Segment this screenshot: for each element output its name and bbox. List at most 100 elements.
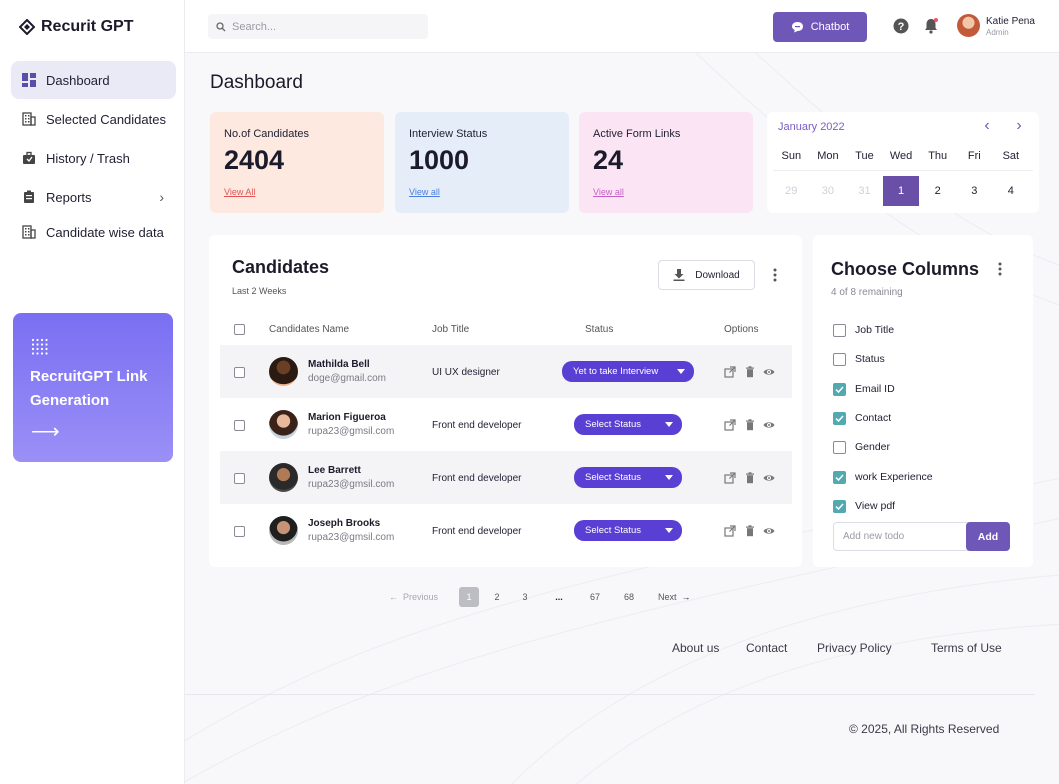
weekday-label: Tue (855, 150, 874, 162)
page-button[interactable]: 2 (487, 587, 507, 607)
stat-card-active-form-links: Active Form Links 24 View all (579, 112, 753, 213)
chatbot-label: Chatbot (810, 21, 850, 33)
pagination-next[interactable]: Next → (658, 587, 698, 607)
open-external-icon[interactable] (724, 525, 736, 537)
add-todo-input[interactable] (833, 522, 968, 551)
status-value: Select Status (585, 419, 641, 430)
notification-bell-icon[interactable] (923, 17, 939, 34)
view-all-link[interactable]: View all (593, 187, 624, 197)
footer-link-about[interactable]: About us (672, 641, 719, 655)
calendar-date-selected[interactable]: 1 (882, 176, 920, 206)
column-option-work-experience[interactable]: work Experience (833, 470, 933, 484)
more-options-icon[interactable] (997, 261, 1003, 277)
checkbox[interactable] (833, 440, 846, 454)
select-all-checkbox[interactable] (234, 324, 245, 335)
checkmark-icon (835, 414, 844, 422)
checkbox-checked[interactable] (833, 382, 846, 396)
sidebar-item-selected-candidates[interactable]: Selected Candidates (11, 100, 176, 138)
status-dropdown[interactable]: Select Status (574, 467, 682, 488)
search-box[interactable] (208, 14, 428, 39)
column-option-email-id[interactable]: Email ID (833, 382, 895, 396)
download-button[interactable]: Download (658, 260, 755, 290)
page-button[interactable]: 67 (585, 587, 605, 607)
view-eye-icon[interactable] (763, 366, 775, 378)
checkmark-icon (835, 385, 844, 393)
chevron-right-icon[interactable]: › (1008, 117, 1030, 137)
grid-dots-icon (31, 338, 48, 355)
candidate-email: rupa23@gmsil.com (308, 532, 395, 543)
calendar-date[interactable]: 4 (993, 176, 1030, 206)
checkbox[interactable] (833, 323, 846, 337)
status-dropdown[interactable]: Yet to take Interview (562, 361, 694, 382)
checkbox-checked[interactable] (833, 411, 846, 425)
footer-link-terms[interactable]: Terms of Use (931, 641, 1002, 655)
arrow-right-icon[interactable]: ⟶ (31, 419, 60, 444)
building-icon (21, 225, 36, 240)
avatar (269, 463, 298, 492)
column-option-contact[interactable]: Contact (833, 411, 891, 425)
help-icon[interactable]: ? (893, 18, 909, 34)
building-icon (21, 112, 36, 127)
chat-bubble-icon (791, 22, 803, 33)
add-todo-button[interactable]: Add (966, 522, 1010, 551)
delete-icon[interactable] (744, 472, 756, 484)
row-checkbox[interactable] (234, 526, 245, 537)
view-eye-icon[interactable] (763, 472, 775, 484)
sidebar-item-history-trash[interactable]: History / Trash (11, 139, 176, 177)
view-eye-icon[interactable] (763, 525, 775, 537)
row-checkbox[interactable] (234, 420, 245, 431)
chevron-left-icon[interactable]: ‹ (976, 117, 998, 137)
column-option-view-pdf[interactable]: View pdf (833, 499, 895, 513)
pagination-previous[interactable]: ← Previous (389, 587, 449, 607)
open-external-icon[interactable] (724, 419, 736, 431)
footer-divider (185, 694, 1035, 695)
column-header-job: Job Title (432, 324, 470, 335)
sidebar-item-reports[interactable]: Reports › (11, 178, 176, 216)
search-input[interactable] (232, 20, 412, 33)
calendar-date[interactable]: 30 (810, 176, 847, 206)
calendar-date[interactable]: 29 (773, 176, 810, 206)
column-option-job-title[interactable]: Job Title (833, 323, 894, 337)
calendar-date[interactable]: 31 (846, 176, 883, 206)
chatbot-button[interactable]: Chatbot (773, 12, 867, 42)
calendar-month: January 2022 (778, 121, 845, 133)
stat-value: 24 (593, 145, 624, 175)
view-all-link[interactable]: View All (224, 187, 255, 197)
checkbox[interactable] (833, 352, 846, 366)
delete-icon[interactable] (744, 419, 756, 431)
row-checkbox[interactable] (234, 367, 245, 378)
page-button-current[interactable]: 1 (459, 587, 479, 607)
page-button[interactable]: 68 (619, 587, 639, 607)
candidate-name: Joseph Brooks (308, 518, 381, 529)
more-options-icon[interactable] (772, 267, 778, 283)
column-option-gender[interactable]: Gender (833, 440, 890, 454)
sidebar-item-dashboard[interactable]: Dashboard (11, 61, 176, 99)
status-dropdown[interactable]: Select Status (574, 414, 682, 435)
checkbox-checked[interactable] (833, 470, 846, 484)
sidebar-item-candidate-wise-data[interactable]: Candidate wise data (11, 213, 176, 251)
link-generation-card[interactable]: RecruitGPT Link Generation ⟶ (13, 313, 173, 462)
page-button[interactable]: 3 (515, 587, 535, 607)
download-label: Download (695, 269, 740, 281)
choose-columns-subtitle: 4 of 8 remaining (831, 287, 903, 298)
checkbox-checked[interactable] (833, 499, 846, 513)
delete-icon[interactable] (744, 525, 756, 537)
topbar: Chatbot ? Katie Pena Admin (185, 0, 1059, 53)
row-checkbox[interactable] (234, 473, 245, 484)
calendar-date[interactable]: 2 (919, 176, 956, 206)
open-external-icon[interactable] (724, 472, 736, 484)
table-row: Marion Figueroa rupa23@gmsil.com Front e… (220, 398, 792, 451)
footer-link-privacy[interactable]: Privacy Policy (817, 641, 892, 655)
user-avatar[interactable] (957, 14, 980, 37)
status-dropdown[interactable]: Select Status (574, 520, 682, 541)
column-option-status[interactable]: Status (833, 352, 885, 366)
view-all-link[interactable]: View all (409, 187, 440, 197)
open-external-icon[interactable] (724, 366, 736, 378)
job-title: Front end developer (432, 420, 522, 431)
delete-icon[interactable] (744, 366, 756, 378)
calendar-date[interactable]: 3 (956, 176, 993, 206)
promo-label: RecruitGPT Link Generation (30, 368, 148, 409)
brand-logo[interactable]: Recurit GPT (19, 18, 133, 36)
footer-link-contact[interactable]: Contact (746, 641, 787, 655)
view-eye-icon[interactable] (763, 419, 775, 431)
